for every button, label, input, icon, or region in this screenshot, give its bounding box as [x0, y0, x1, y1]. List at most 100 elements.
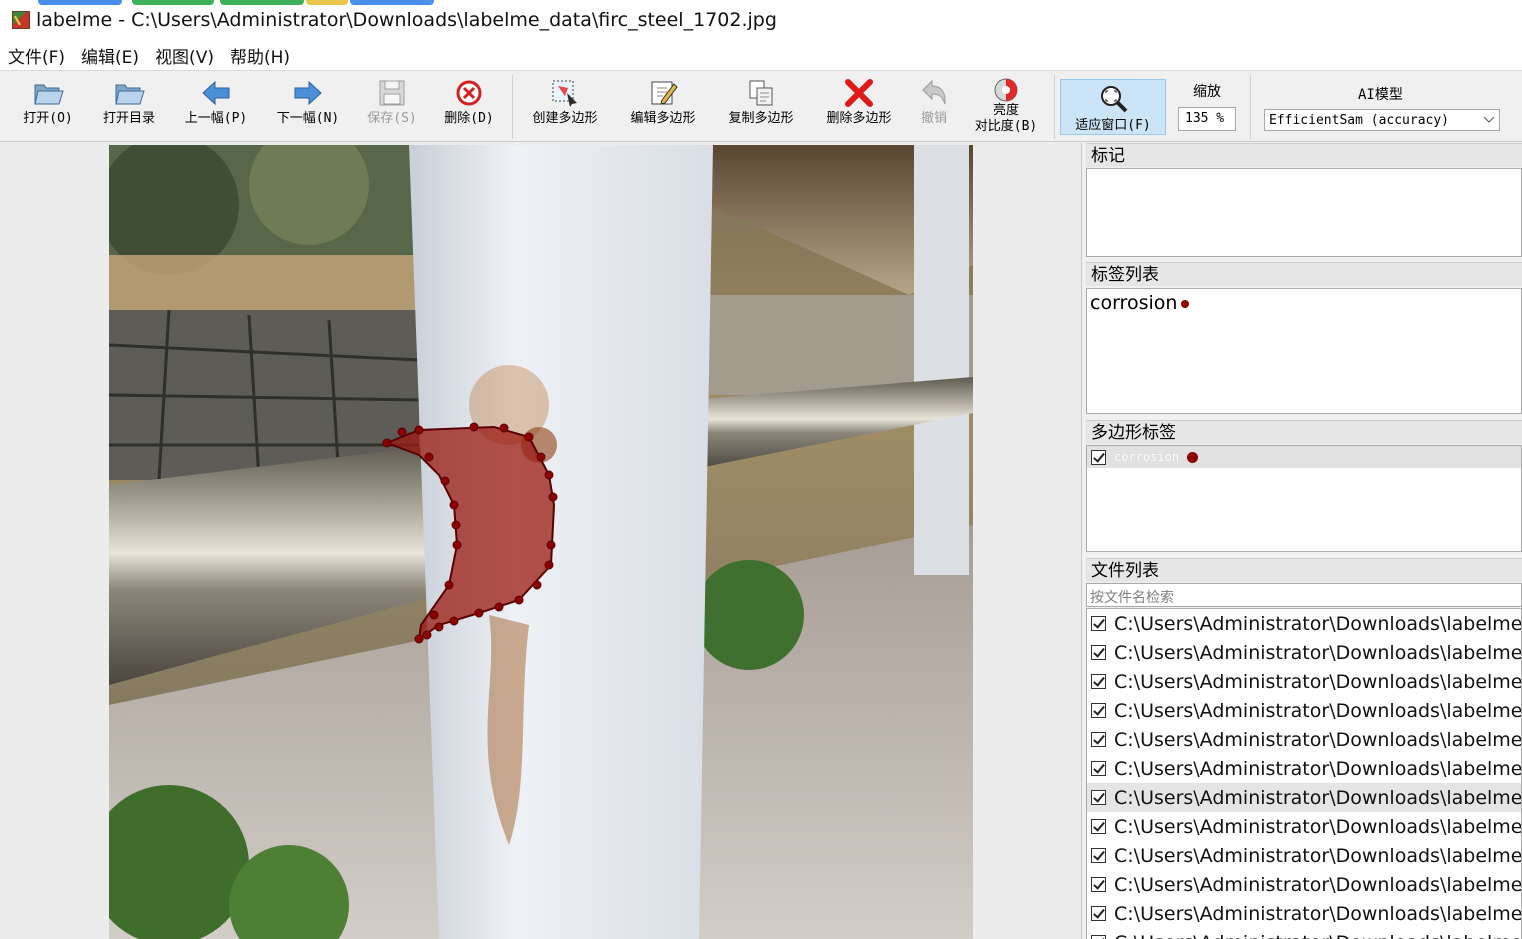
floppy-disk-icon — [376, 77, 408, 109]
file-checkbox[interactable] — [1091, 703, 1106, 718]
labelme-app-icon — [12, 11, 30, 29]
save-button[interactable]: 保存(S) — [364, 75, 420, 139]
brightness-icon — [990, 77, 1022, 103]
file-list-item[interactable]: C:\Users\Administrator\Downloads\labelme — [1087, 841, 1521, 870]
prev-image-label: 上一幅(P) — [184, 111, 248, 126]
red-x-icon — [843, 77, 875, 109]
arrow-left-icon — [200, 77, 232, 109]
file-path: C:\Users\Administrator\Downloads\labelme — [1114, 786, 1522, 809]
delete-file-label: 删除(D) — [444, 111, 494, 126]
open-dir-button[interactable]: 打开目录 — [96, 75, 162, 139]
file-path: C:\Users\Administrator\Downloads\labelme — [1114, 670, 1522, 693]
menu-edit[interactable]: 编辑(E) — [81, 43, 139, 68]
delete-polygon-label: 删除多边形 — [826, 111, 892, 126]
file-path: C:\Users\Administrator\Downloads\labelme — [1114, 815, 1522, 838]
polygon-label-name: corrosion — [1114, 450, 1180, 464]
toolbar: 打开(O) 打开目录 上一幅(P) 下一幅(N) 保存(S) 删除(D) 创建多… — [0, 70, 1522, 142]
menu-view[interactable]: 视图(V) — [155, 43, 214, 68]
edit-polygon-button[interactable]: 编辑多边形 — [622, 75, 704, 139]
file-checkbox[interactable] — [1091, 877, 1106, 892]
file-checkbox[interactable] — [1091, 732, 1106, 747]
file-list-item[interactable]: C:\Users\Administrator\Downloads\labelme — [1087, 667, 1521, 696]
label-name: corrosion — [1090, 292, 1178, 314]
brightness-label: 亮度 对比度(B) — [975, 103, 1037, 135]
file-path: C:\Users\Administrator\Downloads\labelme — [1114, 932, 1521, 939]
polygon-labels-dock-title: 多边形标签 — [1086, 420, 1522, 444]
file-list-item[interactable]: C:\Users\Administrator\Downloads\labelme — [1087, 899, 1521, 928]
file-path: C:\Users\Administrator\Downloads\labelme — [1114, 902, 1522, 925]
file-list-item[interactable]: C:\Users\Administrator\Downloads\labelme — [1087, 696, 1521, 725]
menu-file[interactable]: 文件(F) — [8, 43, 65, 68]
file-list-item[interactable]: C:\Users\Administrator\Downloads\labelme — [1087, 609, 1521, 638]
undo-button[interactable]: 撤销 — [914, 75, 954, 139]
file-path: C:\Users\Administrator\Downloads\labelme — [1114, 873, 1522, 896]
menu-bar: 文件(F) 编辑(E) 视图(V) 帮助(H) — [0, 40, 1522, 70]
file-list-item[interactable]: C:\Users\Administrator\Downloads\labelme — [1087, 638, 1521, 667]
file-path: C:\Users\Administrator\Downloads\labelme — [1114, 844, 1522, 867]
file-list-item[interactable]: C:\Users\Administrator\Downloads\labelme — [1087, 754, 1521, 783]
zoom-spinbox[interactable]: 135 % — [1178, 107, 1236, 131]
file-list-item[interactable]: C:\Users\Administrator\Downloads\labelme — [1087, 870, 1521, 899]
polygon-label-row[interactable]: corrosion — [1087, 446, 1521, 468]
save-label: 保存(S) — [367, 111, 417, 126]
file-path: C:\Users\Administrator\Downloads\labelme — [1114, 757, 1522, 780]
toolbar-separator — [1054, 75, 1055, 139]
brightness-label-line1: 亮度 — [992, 103, 1019, 118]
fit-window-button[interactable]: 适应窗口(F) — [1060, 79, 1166, 135]
fit-window-label: 适应窗口(F) — [1075, 118, 1151, 133]
file-path: C:\Users\Administrator\Downloads\labelme — [1114, 728, 1522, 751]
delete-file-button[interactable]: 删除(D) — [440, 75, 498, 139]
file-list-item[interactable]: C:\Users\Administrator\Downloads\labelme — [1087, 725, 1521, 754]
copy-polygon-button[interactable]: 复制多边形 — [720, 75, 802, 139]
flags-dock-title: 标记 — [1086, 143, 1522, 167]
file-list-item[interactable]: C:\Users\Administrator\Downloads\labelme — [1087, 783, 1521, 812]
arrow-right-icon — [292, 77, 324, 109]
file-checkbox[interactable] — [1091, 819, 1106, 834]
file-path: C:\Users\Administrator\Downloads\labelme — [1114, 699, 1522, 722]
folder-open-icon — [113, 77, 145, 109]
file-search-input[interactable]: 按文件名检索 — [1086, 583, 1522, 607]
delete-polygon-button[interactable]: 删除多边形 — [818, 75, 900, 139]
label-list-panel: corrosion — [1086, 288, 1522, 414]
open-label: 打开(O) — [23, 111, 73, 126]
create-polygon-label: 创建多边形 — [532, 111, 598, 126]
file-path: C:\Users\Administrator\Downloads\labelme — [1114, 612, 1522, 635]
image-canvas[interactable] — [0, 143, 1082, 939]
brightness-contrast-button[interactable]: 亮度 对比度(B) — [966, 75, 1046, 139]
next-image-button[interactable]: 下一幅(N) — [272, 75, 344, 139]
file-checkbox[interactable] — [1091, 848, 1106, 863]
file-list-panel: C:\Users\Administrator\Downloads\labelme… — [1086, 608, 1522, 939]
pencil-edit-icon — [647, 77, 679, 109]
next-image-label: 下一幅(N) — [276, 111, 340, 126]
file-list-item[interactable]: C:\Users\Administrator\Downloads\labelme — [1087, 812, 1521, 841]
undo-arrow-icon — [918, 77, 950, 109]
copy-icon — [745, 77, 777, 109]
file-checkbox[interactable] — [1091, 616, 1106, 631]
file-checkbox[interactable] — [1091, 906, 1106, 921]
polygon-labels-panel: corrosion — [1086, 445, 1522, 552]
label-list-dock-title: 标签列表 — [1086, 262, 1522, 286]
edit-polygon-label: 编辑多边形 — [630, 111, 696, 126]
menu-help[interactable]: 帮助(H) — [230, 43, 290, 68]
open-dir-label: 打开目录 — [102, 111, 155, 126]
file-list-item[interactable]: C:\Users\Administrator\Downloads\labelme — [1087, 928, 1521, 939]
file-checkbox[interactable] — [1091, 790, 1106, 805]
file-checkbox[interactable] — [1091, 645, 1106, 660]
open-button[interactable]: 打开(O) — [20, 75, 76, 139]
toolbar-separator — [1250, 75, 1251, 139]
file-list: C:\Users\Administrator\Downloads\labelme… — [1087, 609, 1521, 939]
polygon-visibility-checkbox[interactable] — [1091, 449, 1106, 465]
file-checkbox[interactable] — [1091, 674, 1106, 689]
file-checkbox[interactable] — [1091, 935, 1106, 939]
title-bar: labelme - C:\Users\Administrator\Downloa… — [0, 0, 1522, 40]
prev-image-button[interactable]: 上一幅(P) — [180, 75, 252, 139]
ai-model-select[interactable]: EfficientSam (accuracy) — [1264, 109, 1500, 131]
file-checkbox[interactable] — [1091, 761, 1106, 776]
label-list-item[interactable]: corrosion — [1087, 292, 1521, 314]
zoom-label: 缩放 — [1193, 84, 1221, 100]
polygon-color-dot — [1187, 451, 1199, 463]
create-polygon-icon — [549, 77, 581, 109]
file-list-dock-title: 文件列表 — [1086, 558, 1522, 582]
ai-model-value: EfficientSam (accuracy) — [1269, 112, 1450, 128]
create-polygon-button[interactable]: 创建多边形 — [524, 75, 606, 139]
